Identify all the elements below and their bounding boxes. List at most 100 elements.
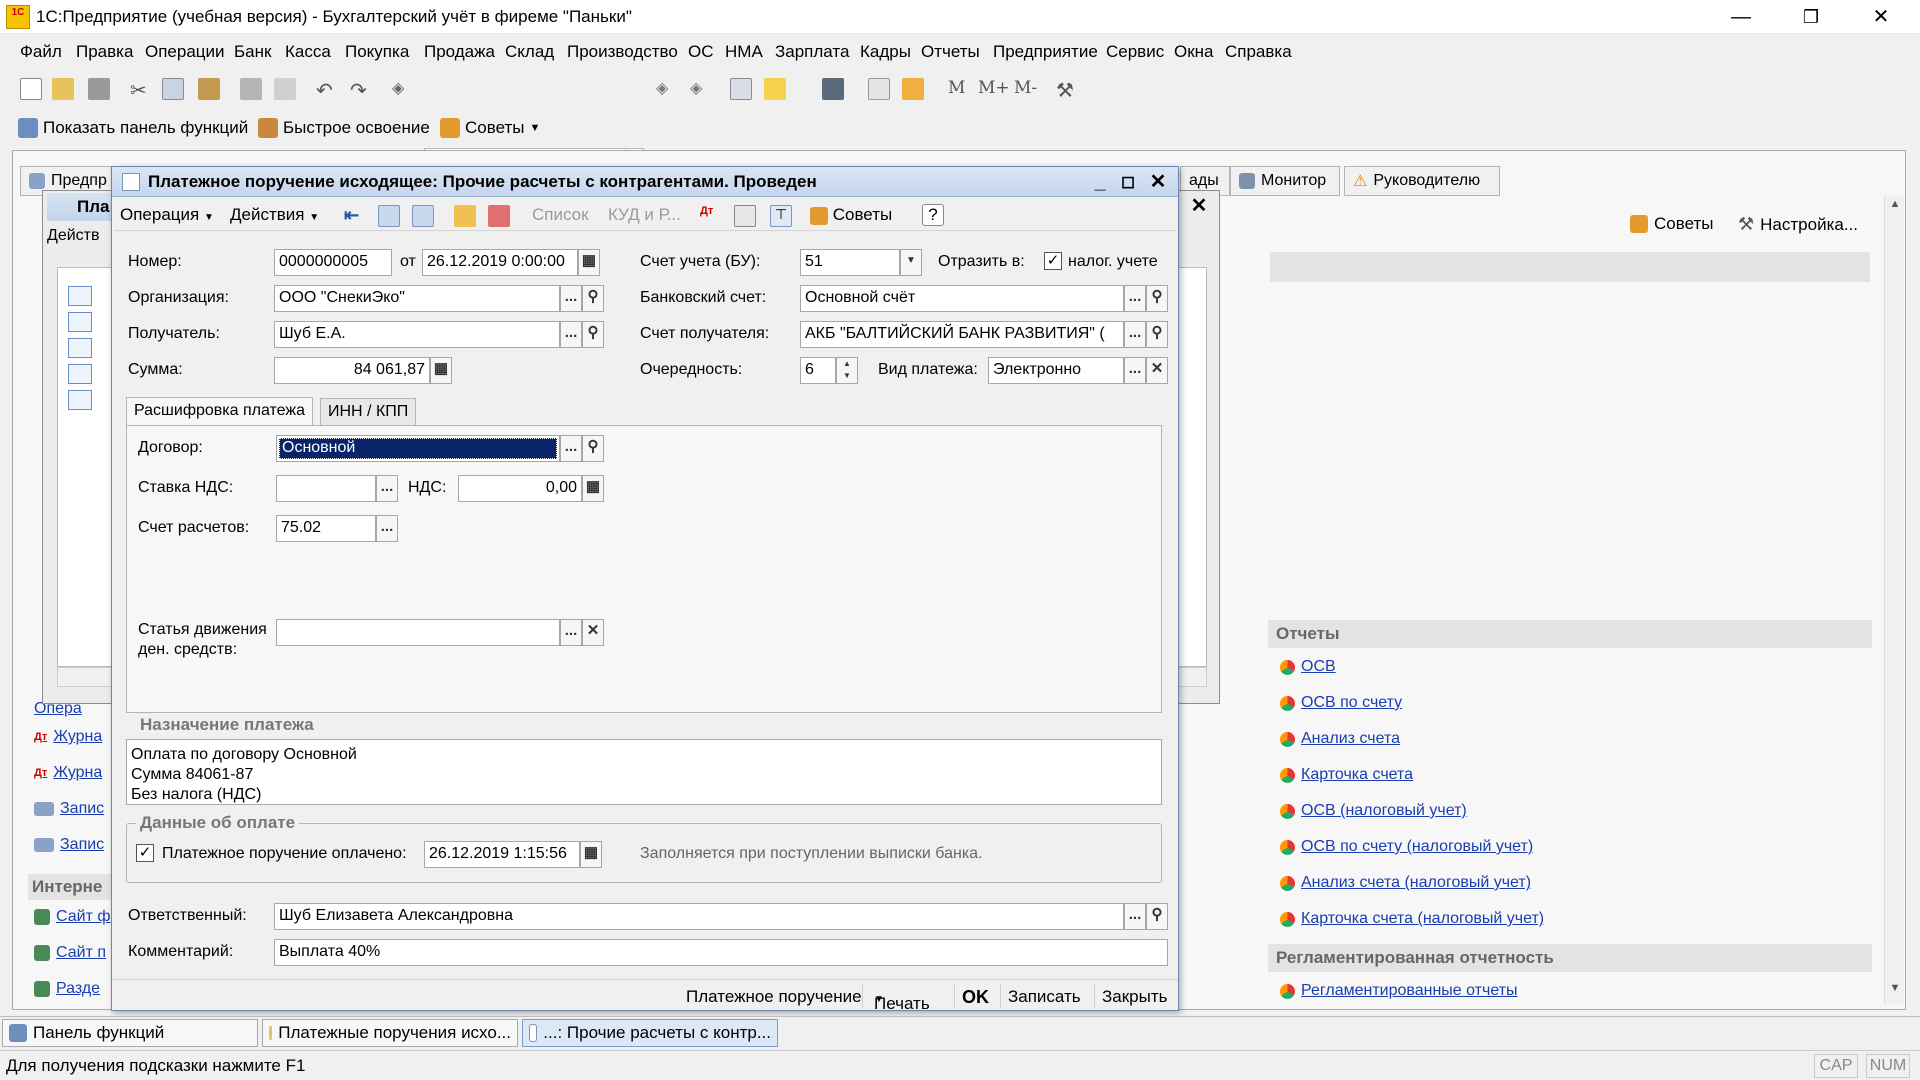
new-doc-icon[interactable] (20, 78, 42, 100)
search-icon[interactable]: ⚲ (582, 285, 604, 312)
structure-icon[interactable]: ⊤ (770, 205, 792, 227)
menu-hr[interactable]: Кадры (860, 42, 911, 62)
dialog-maximize-button[interactable]: ◻ (1114, 168, 1142, 196)
open-icon[interactable] (52, 78, 74, 100)
search-icon[interactable]: ⚲ (1146, 321, 1168, 348)
task-payment-list[interactable]: Платежные поручения исхо... (262, 1019, 518, 1047)
report-link-reg[interactable]: Регламентированные отчеты (1280, 982, 1518, 1000)
menu-edit[interactable]: Правка (76, 42, 133, 62)
org-field[interactable]: ООО "СнекиЭко" (274, 285, 560, 312)
doc-row-icon[interactable] (68, 338, 92, 358)
left-nav-item[interactable]: Дт Журна (34, 764, 102, 782)
menu-fixed-assets[interactable]: ОС (688, 42, 714, 62)
date-field[interactable]: 26.12.2019 0:00:00 (422, 249, 578, 276)
kud-button[interactable]: КУД и Р... (608, 205, 681, 225)
sum-field[interactable]: 84 061,87 (274, 357, 430, 384)
ok-button[interactable]: OK (962, 987, 989, 1008)
workspace-scrollbar[interactable]: ▲ ▼ (1884, 196, 1904, 1004)
close-button[interactable]: Закрыть (1102, 987, 1167, 1007)
contract-field[interactable]: Основной (276, 435, 560, 462)
tab-manager[interactable]: ⚠ Руководителю (1344, 166, 1500, 196)
show-panel-button[interactable]: Показать панель функций (18, 118, 248, 138)
paid-checkbox[interactable]: ✓ (136, 844, 154, 862)
redo-icon[interactable]: ↷ (350, 78, 372, 102)
contract-select-button[interactable]: ... (560, 435, 582, 462)
search-icon[interactable]: ⚲ (582, 321, 604, 348)
payment-type-select-button[interactable]: ... (1124, 357, 1146, 384)
menu-help[interactable]: Справка (1225, 42, 1292, 62)
preview-icon[interactable] (274, 78, 296, 100)
org-select-button[interactable]: ... (560, 285, 582, 312)
paste-icon[interactable] (198, 78, 220, 100)
task-function-panel[interactable]: Панель функций (2, 1019, 258, 1047)
report-link[interactable]: ОСВ (налоговый учет) (1280, 802, 1467, 820)
number-field[interactable]: 0000000005 (274, 249, 392, 276)
menu-purchase[interactable]: Покупка (345, 42, 409, 62)
paid-date-field[interactable]: 26.12.2019 1:15:56 (424, 841, 580, 868)
recipient-account-select-button[interactable]: ... (1124, 321, 1146, 348)
sync-icon[interactable] (412, 205, 434, 227)
save-button[interactable]: Записать (1008, 987, 1081, 1007)
menu-operations[interactable]: Операции (145, 42, 225, 62)
help-1c-icon[interactable] (764, 78, 786, 100)
quick-learn-button[interactable]: Быстрое освоение (258, 118, 430, 138)
menu-windows[interactable]: Окна (1174, 42, 1214, 62)
tab-monitor[interactable]: Монитор (1230, 166, 1340, 196)
clear-icon[interactable]: ✕ (582, 619, 604, 646)
purpose-textarea[interactable]: Оплата по договору Основной Сумма 84061-… (126, 739, 1162, 805)
windows-icon[interactable] (730, 78, 752, 100)
menu-bank[interactable]: Банк (234, 42, 271, 62)
list-actions[interactable]: Действ (47, 227, 100, 245)
arrow-left-icon[interactable]: ⇤ (344, 205, 366, 227)
vat-rate-select-button[interactable]: ... (376, 475, 398, 502)
report-link[interactable]: ОСВ (1280, 658, 1336, 676)
priority-stepper[interactable]: ▲ ▼ (836, 357, 858, 384)
bank-account-select-button[interactable]: ... (1124, 285, 1146, 312)
right-tips-button[interactable]: Советы (1630, 214, 1713, 234)
search-icon[interactable]: ⚲ (582, 435, 604, 462)
left-nav-item[interactable]: Запис (34, 800, 104, 818)
minimize-button[interactable]: — (1706, 0, 1776, 34)
close-window-button[interactable]: ✕ (1846, 0, 1916, 34)
doc-row-icon[interactable] (68, 390, 92, 410)
actions-menu[interactable]: Действия ▼ (230, 205, 319, 225)
memory-plus-icon[interactable]: M+ (978, 78, 1010, 98)
menu-production[interactable]: Производство (567, 42, 678, 62)
save-icon[interactable] (88, 78, 110, 100)
cashflow-select-button[interactable]: ... (560, 619, 582, 646)
recipient-select-button[interactable]: ... (560, 321, 582, 348)
report-doc-icon[interactable] (734, 205, 756, 227)
calendar-icon[interactable]: ▦ (580, 841, 602, 868)
dialog-tips-button[interactable]: Советы (810, 205, 892, 225)
menu-reports[interactable]: Отчеты (921, 42, 980, 62)
task-payment-order[interactable]: ...: Прочие расчеты с контр... (522, 1019, 778, 1047)
responsible-field[interactable]: Шуб Елизавета Александровна (274, 903, 1124, 930)
help-icon[interactable]: ? (922, 204, 944, 226)
menu-cash[interactable]: Касса (285, 42, 331, 62)
calculator-icon[interactable] (902, 78, 924, 100)
list-close-icon[interactable]: ✕ (1184, 192, 1214, 220)
left-nav-item[interactable]: Дт Журна (34, 728, 102, 746)
payment-type-field[interactable]: Электронно (988, 357, 1124, 384)
settings-button[interactable]: ⚒ Настройка... (1738, 214, 1858, 235)
dialog-minimize-button[interactable]: _ (1086, 168, 1114, 196)
spreadsheet-icon[interactable] (822, 78, 844, 100)
tips-button[interactable]: Советы ▼ (440, 118, 540, 138)
dt-kt-icon[interactable]: Дт (700, 205, 722, 227)
cut-icon[interactable]: ✂ (130, 78, 152, 102)
post-icon[interactable] (454, 205, 476, 227)
recipient-field[interactable]: Шуб Е.А. (274, 321, 560, 348)
calculator-icon[interactable]: ▦ (430, 357, 452, 384)
print-icon[interactable] (240, 78, 262, 100)
report-link[interactable]: ОСВ по счету (1280, 694, 1402, 712)
menu-warehouse[interactable]: Склад (505, 42, 554, 62)
calendar-icon[interactable]: ▦ (578, 249, 600, 276)
report-link[interactable]: Анализ счета (1280, 730, 1400, 748)
settle-select-button[interactable]: ... (376, 515, 398, 542)
search-icon[interactable]: ⚲ (1146, 903, 1168, 930)
restore-button[interactable]: ❐ (1776, 0, 1846, 34)
operation-menu[interactable]: Операция ▼ (120, 205, 214, 225)
tab-inn-kpp[interactable]: ИНН / КПП (320, 398, 417, 426)
print-form-button[interactable]: Платежное поручение (686, 987, 862, 1007)
responsible-select-button[interactable]: ... (1124, 903, 1146, 930)
